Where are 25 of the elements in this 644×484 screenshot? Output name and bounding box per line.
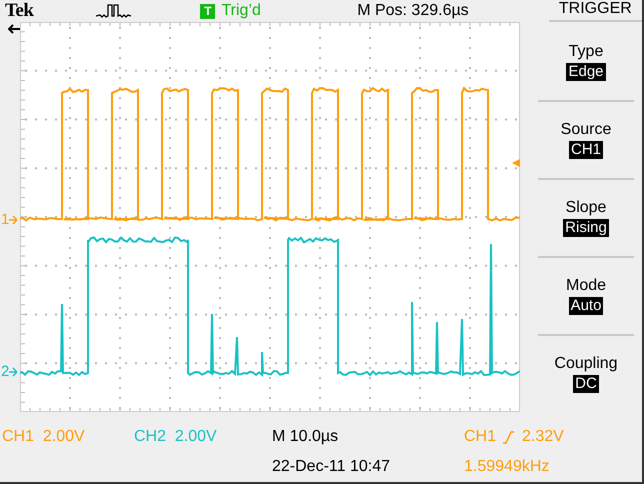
brand-logo: Tek	[4, 0, 35, 22]
trigger-position-icon	[8, 24, 20, 34]
channel-scale: CH1 2.00V	[1, 428, 86, 446]
menu-title: TRIGGER	[548, 0, 642, 22]
menu-value[interactable]: Rising	[563, 219, 609, 237]
trigger-status: Trig’d	[221, 2, 261, 20]
menu-label: Slope	[566, 199, 606, 217]
frequency-readout: 1.59949kHz	[463, 458, 550, 476]
menu-label: Type	[568, 43, 604, 61]
timebase-readout: M 10.0µs	[271, 428, 340, 446]
menu-value[interactable]: Auto	[568, 297, 604, 315]
trigger-level-icon	[511, 158, 520, 168]
menu-value[interactable]: Edge	[566, 63, 606, 81]
trigger-badge: T	[200, 4, 216, 18]
menu-value[interactable]: DC	[573, 375, 599, 393]
menu-label: Source	[560, 121, 612, 139]
channel-scale: CH2 2.00V	[133, 428, 218, 446]
date-time: 22-Dec-11 10:47	[271, 458, 391, 476]
trigger-source: CH1	[463, 428, 496, 446]
menu-label: Mode	[566, 277, 606, 295]
trigger-level: 2.32V	[521, 428, 564, 446]
menu-value[interactable]: CH1	[568, 141, 603, 159]
position-readout: M Pos: 329.6µs	[357, 2, 470, 20]
rising-edge-icon	[502, 430, 514, 444]
menu-label: Coupling	[554, 355, 618, 373]
